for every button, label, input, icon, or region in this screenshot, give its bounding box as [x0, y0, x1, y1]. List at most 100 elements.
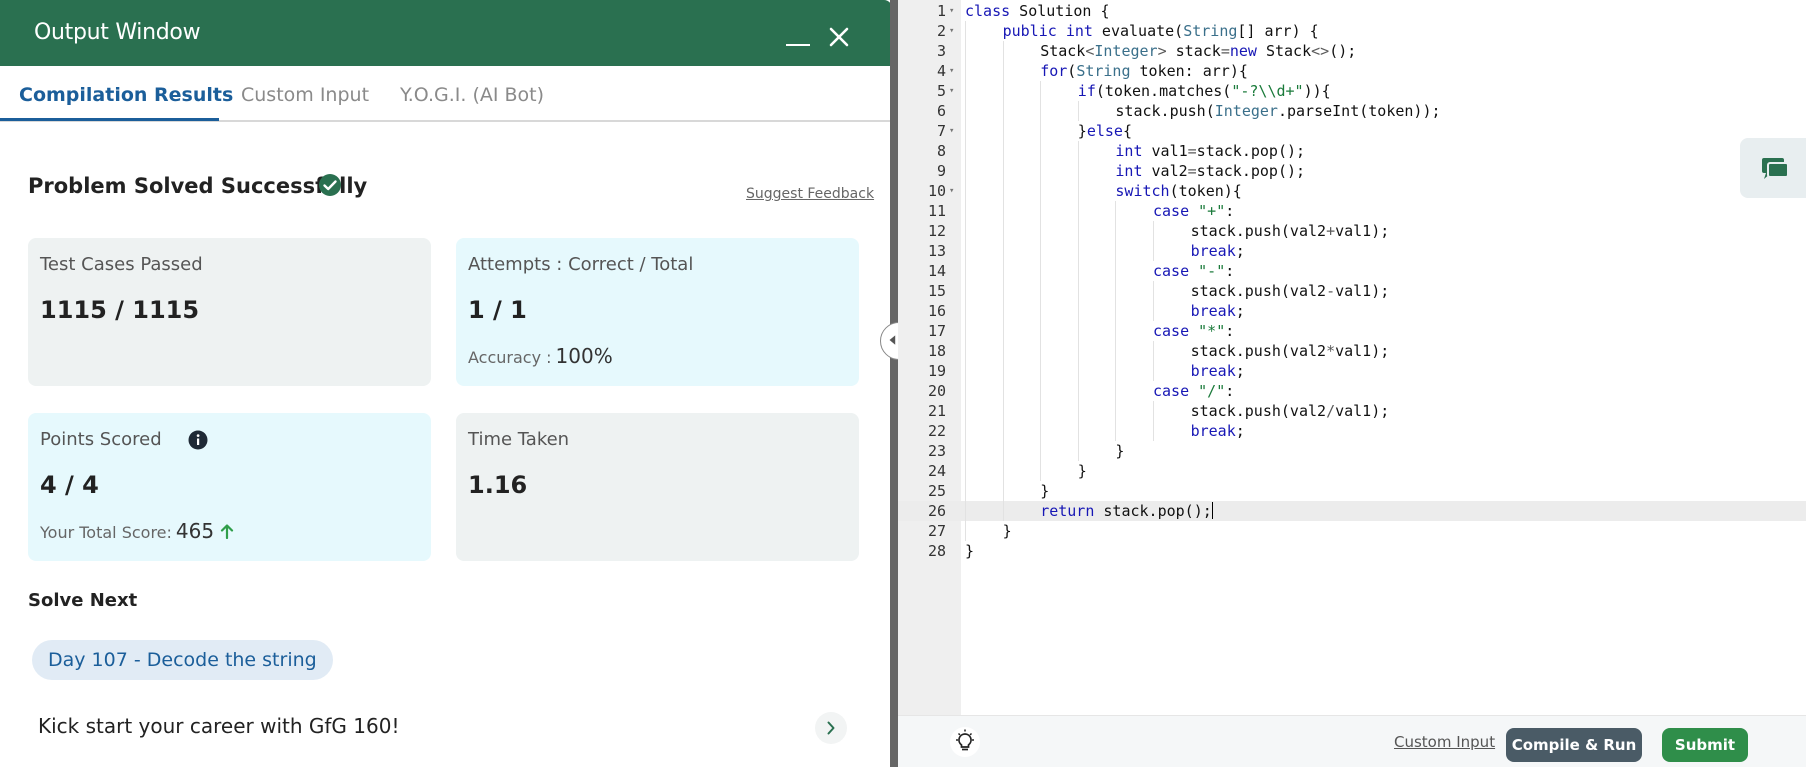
code-line[interactable]: 1 ▾ class Solution { — [898, 1, 1806, 21]
code-editor[interactable]: 1 ▾ class Solution {2 ▾ public int evaluate(… — [898, 0, 1806, 715]
indent-guide — [1002, 41, 1004, 61]
indent-guide — [965, 361, 966, 381]
indent-guide — [965, 21, 966, 41]
code-line[interactable]: 19 break; — [898, 361, 1806, 381]
next-problem-link[interactable]: Day 107 - Decode the string — [32, 640, 333, 680]
code-line[interactable]: 12 stack.push(val2+val1); — [898, 221, 1806, 241]
close-icon[interactable] — [826, 24, 852, 50]
tab-compilation-results[interactable]: Compilation Results — [19, 84, 233, 106]
code-line[interactable]: 26 return stack.pop(); — [898, 501, 1806, 521]
line-number: 15 — [927, 282, 946, 300]
code-line[interactable]: 10 ▾ switch(token){ — [898, 181, 1806, 201]
code-line[interactable]: 18 stack.push(val2*val1); — [898, 341, 1806, 361]
code-line[interactable]: 25} — [898, 481, 1806, 501]
indent-guide — [1077, 441, 1079, 461]
line-number: 18 — [927, 342, 946, 360]
chat-icon — [1762, 158, 1789, 179]
fold-arrow-icon[interactable]: ▾ — [949, 81, 954, 101]
indent-guide — [965, 401, 966, 421]
line-number: 26 — [927, 502, 946, 520]
fold-arrow-icon[interactable]: ▾ — [949, 121, 954, 141]
attempts-value: 1 / 1 — [468, 296, 527, 324]
indent-guide — [1153, 341, 1154, 361]
indent-guide — [1077, 101, 1079, 121]
line-number: 17 — [927, 322, 946, 340]
info-icon[interactable] — [188, 430, 208, 450]
fold-arrow-icon[interactable]: ▾ — [949, 181, 954, 201]
code-line[interactable]: 3 Stack<Integer> stack=new Stack<>(); — [898, 41, 1806, 61]
code-line[interactable]: 7 ▾}else{ — [898, 121, 1806, 141]
indent-guide — [1077, 381, 1079, 401]
custom-input-link[interactable]: Custom Input — [1394, 733, 1495, 751]
code-line[interactable]: 4 ▾ for(String token: arr){ — [898, 61, 1806, 81]
code-line[interactable]: 17 case "*": — [898, 321, 1806, 341]
code-line[interactable]: 28} — [898, 541, 1806, 561]
indent-guide — [1002, 301, 1004, 321]
promo-open-button[interactable] — [815, 712, 847, 744]
active-tab-indicator — [0, 118, 219, 121]
indent-guide — [1040, 101, 1042, 121]
line-number: 20 — [927, 382, 946, 400]
minimize-icon — [786, 44, 810, 46]
panel-divider[interactable] — [890, 0, 898, 767]
indent-guide — [965, 461, 966, 481]
fold-arrow-icon[interactable]: ▾ — [949, 21, 954, 41]
indent-guide — [965, 321, 966, 341]
code-line[interactable]: 23} — [898, 441, 1806, 461]
line-number: 5 — [936, 82, 946, 100]
code-line[interactable]: 9 int val2=stack.pop(); — [898, 161, 1806, 181]
code-line[interactable]: 20 case "/": — [898, 381, 1806, 401]
indent-guide — [965, 61, 966, 81]
indent-guide — [1077, 241, 1079, 261]
minimize-button[interactable] — [780, 24, 816, 54]
promo-link[interactable]: Kick start your career with GfG 160! — [38, 714, 399, 738]
indent-guide — [1002, 361, 1004, 381]
indent-guide — [965, 241, 966, 261]
code-line[interactable]: 21 stack.push(val2/val1); — [898, 401, 1806, 421]
indent-guide — [965, 41, 966, 61]
code-line[interactable]: 5 ▾ if(token.matches("-?\\d+")){ — [898, 81, 1806, 101]
total-score-label: Your Total Score: — [40, 523, 172, 542]
indent-guide — [1077, 301, 1079, 321]
compile-run-button[interactable]: Compile & Run — [1506, 728, 1642, 762]
indent-guide — [965, 161, 966, 181]
code-line[interactable]: 15 stack.push(val2-val1); — [898, 281, 1806, 301]
line-number: 25 — [927, 482, 946, 500]
code-line[interactable]: 14 case "-": — [898, 261, 1806, 281]
code-line[interactable]: 22 break; — [898, 421, 1806, 441]
line-number: 10 — [927, 182, 946, 200]
hint-button[interactable] — [950, 727, 980, 757]
fold-arrow-icon[interactable]: ▾ — [949, 61, 954, 81]
indent-guide — [965, 181, 966, 201]
indent-guide — [1077, 341, 1079, 361]
code-line[interactable]: 13 break; — [898, 241, 1806, 261]
indent-guide — [1002, 241, 1004, 261]
indent-guide — [965, 441, 966, 461]
code-line[interactable]: 6 stack.push(Integer.parseInt(token)); — [898, 101, 1806, 121]
code-line[interactable]: 11 case "+": — [898, 201, 1806, 221]
indent-guide — [1040, 181, 1042, 201]
indent-guide — [1002, 221, 1004, 241]
code-text: stack.push(Integer.parseInt(token)); — [1115, 102, 1441, 120]
tab-custom-input[interactable]: Custom Input — [241, 84, 369, 106]
code-line[interactable]: 16 break; — [898, 301, 1806, 321]
code-text: switch(token){ — [1115, 182, 1242, 200]
code-line[interactable]: 2 ▾ public int evaluate(String[] arr) { — [898, 21, 1806, 41]
tab-yogi-ai-bot[interactable]: Y.O.G.I. (AI Bot) — [400, 84, 544, 106]
suggest-feedback-link[interactable]: Suggest Feedback — [746, 186, 874, 202]
chat-button[interactable] — [1740, 138, 1806, 198]
indent-guide — [965, 281, 966, 301]
submit-button[interactable]: Submit — [1662, 728, 1748, 762]
code-line[interactable]: 8 int val1=stack.pop(); — [898, 141, 1806, 161]
arrow-up-icon — [220, 524, 234, 539]
line-number: 9 — [936, 162, 946, 180]
fold-arrow-icon[interactable]: ▾ — [949, 1, 954, 21]
code-line[interactable]: 24} — [898, 461, 1806, 481]
indent-guide — [1002, 281, 1004, 301]
code-line[interactable]: 27} — [898, 521, 1806, 541]
indent-guide — [1115, 341, 1117, 361]
test-cases-value: 1115 / 1115 — [40, 296, 200, 324]
code-text: int val2=stack.pop(); — [1115, 162, 1306, 180]
line-number: 23 — [927, 442, 946, 460]
line-number: 11 — [927, 202, 946, 220]
